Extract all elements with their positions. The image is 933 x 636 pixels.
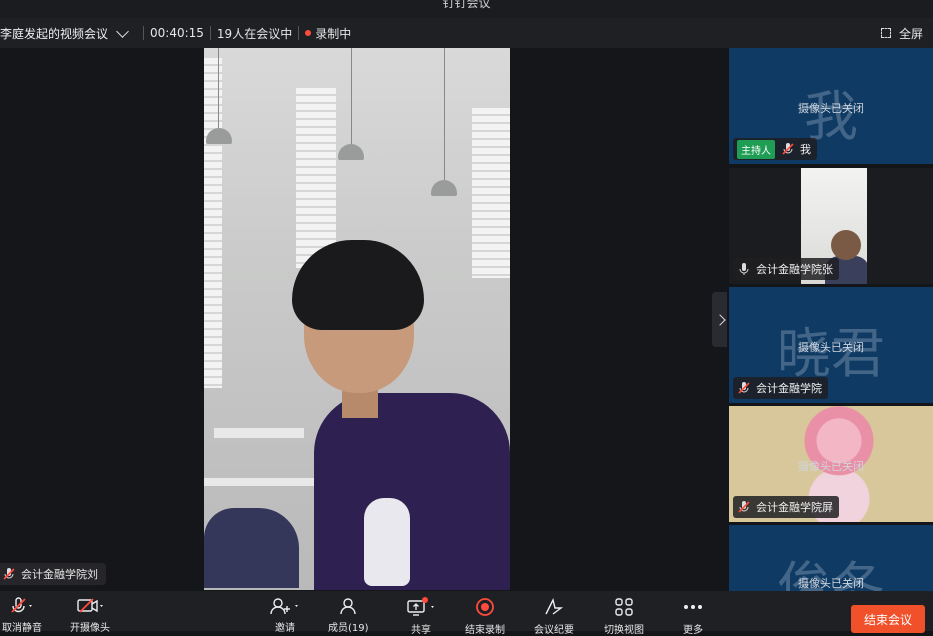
pendant-lamp — [338, 144, 364, 160]
chevron-right-icon — [714, 313, 726, 326]
window-blinds — [296, 88, 336, 268]
participant-tile[interactable]: 晓君 摄像头已关闭 会计金融学院 — [729, 287, 933, 403]
fullscreen-icon — [880, 28, 891, 38]
fullscreen-button[interactable]: 全屏 — [880, 18, 923, 48]
divider — [209, 26, 211, 40]
participant-sidebar: 我 摄像头已关闭 主持人 我 会计金融学院张 晓君 摄像头已关闭 会计金融学院 … — [727, 48, 933, 591]
shirt-print — [364, 498, 410, 586]
participant-label: 会计金融学院 — [733, 377, 828, 399]
recording-dot-icon — [305, 30, 312, 36]
clothes-pile — [204, 508, 299, 588]
mic-muted-icon — [738, 501, 750, 513]
participant-label: 会计金融学院屏 — [733, 496, 839, 518]
members-label: 成员(19) — [328, 623, 369, 634]
main-speaker-label: 会计金融学院刘 — [0, 563, 106, 585]
camera-button[interactable]: 开摄像头 — [70, 591, 110, 634]
app-title: 钉钉会议 — [442, 0, 491, 10]
window-blinds — [472, 108, 510, 278]
title-bar: 钉钉会议 — [0, 0, 933, 18]
camera-status: 摄像头已关闭 — [798, 460, 864, 473]
mic-muted-icon — [11, 597, 32, 613]
screen-share-icon — [407, 597, 434, 616]
invite-label: 邀请 — [275, 623, 295, 634]
members-button[interactable]: 成员(19) — [328, 591, 369, 634]
divider — [298, 26, 300, 40]
pendant-lamp — [431, 180, 457, 196]
recording-status: 录制中 — [315, 26, 352, 41]
participant-label: 主持人 我 — [733, 138, 817, 160]
unmute-label: 取消静音 — [2, 623, 42, 634]
participant-tile[interactable]: 俊冬 摄像头已关闭 — [729, 525, 933, 591]
camera-status: 摄像头已关闭 — [798, 577, 864, 590]
main-speaker-video[interactable] — [204, 48, 510, 590]
desk — [204, 478, 314, 486]
more-button[interactable]: 更多 — [682, 591, 704, 636]
grid-view-icon — [615, 598, 633, 616]
switch-view-button[interactable]: 切换视图 — [604, 591, 644, 636]
participant-tile[interactable]: 会计金融学院张 — [729, 168, 933, 284]
chevron-down-icon[interactable] — [116, 24, 129, 38]
window-blinds — [204, 58, 222, 388]
end-recording-button[interactable]: 结束录制 — [465, 591, 505, 636]
person-shirt — [314, 393, 510, 590]
speaker-name: 会计金融学院刘 — [21, 568, 98, 581]
mic-muted-icon — [738, 382, 750, 394]
mic-muted-icon — [782, 143, 794, 155]
host-badge: 主持人 — [737, 139, 775, 159]
switch-view-label: 切换视图 — [604, 625, 644, 636]
person-icon — [340, 598, 356, 615]
participant-count[interactable]: 19人在会议中 — [217, 25, 292, 42]
camera-status: 摄像头已关闭 — [798, 102, 864, 115]
participant-name: 会计金融学院 — [756, 382, 822, 395]
participant-name: 会计金融学院张 — [756, 263, 833, 276]
minutes-label: 会议纪要 — [534, 625, 574, 636]
meeting-info-bar: 李庭发起的视频会议 00:40:15 19人在会议中 录制中 全屏 — [0, 18, 933, 48]
meeting-duration: 00:40:15 — [150, 26, 204, 40]
participant-tile[interactable]: 摄像头已关闭 会计金融学院屏 — [729, 406, 933, 522]
share-button[interactable]: 共享 — [404, 591, 438, 636]
share-label: 共享 — [411, 625, 431, 636]
camera-off-icon — [77, 598, 103, 613]
more-label: 更多 — [683, 625, 703, 636]
participant-tile[interactable]: 我 摄像头已关闭 主持人 我 — [729, 48, 933, 164]
participant-label: 会计金融学院张 — [733, 258, 839, 280]
end-meeting-button[interactable]: 结束会议 — [851, 605, 925, 633]
add-person-icon — [270, 598, 298, 615]
fullscreen-label: 全屏 — [898, 26, 923, 41]
participant-name: 会计金融学院屏 — [756, 501, 833, 514]
meeting-name[interactable]: 李庭发起的视频会议 — [0, 25, 108, 42]
more-dots-icon — [684, 605, 702, 609]
invite-button[interactable]: 邀请 — [268, 591, 302, 634]
record-stop-icon — [476, 598, 494, 616]
mic-muted-icon — [3, 568, 15, 580]
camera-status: 摄像头已关闭 — [798, 341, 864, 354]
camera-label: 开摄像头 — [70, 623, 110, 634]
bottom-toolbar: 取消静音 开摄像头 邀请 成员(19) 共享 结束录制 会议纪要 切换视图 更多… — [0, 591, 933, 636]
minutes-button[interactable]: 会议纪要 — [534, 591, 574, 636]
ai-minutes-icon — [545, 597, 564, 615]
sidebar-toggle-button[interactable] — [712, 292, 728, 347]
desk — [214, 428, 304, 438]
end-recording-label: 结束录制 — [465, 625, 505, 636]
mic-icon — [739, 263, 749, 275]
participant-name: 我 — [800, 143, 811, 156]
divider — [143, 26, 145, 40]
unmute-button[interactable]: 取消静音 — [2, 591, 42, 634]
pendant-lamp — [206, 128, 232, 144]
